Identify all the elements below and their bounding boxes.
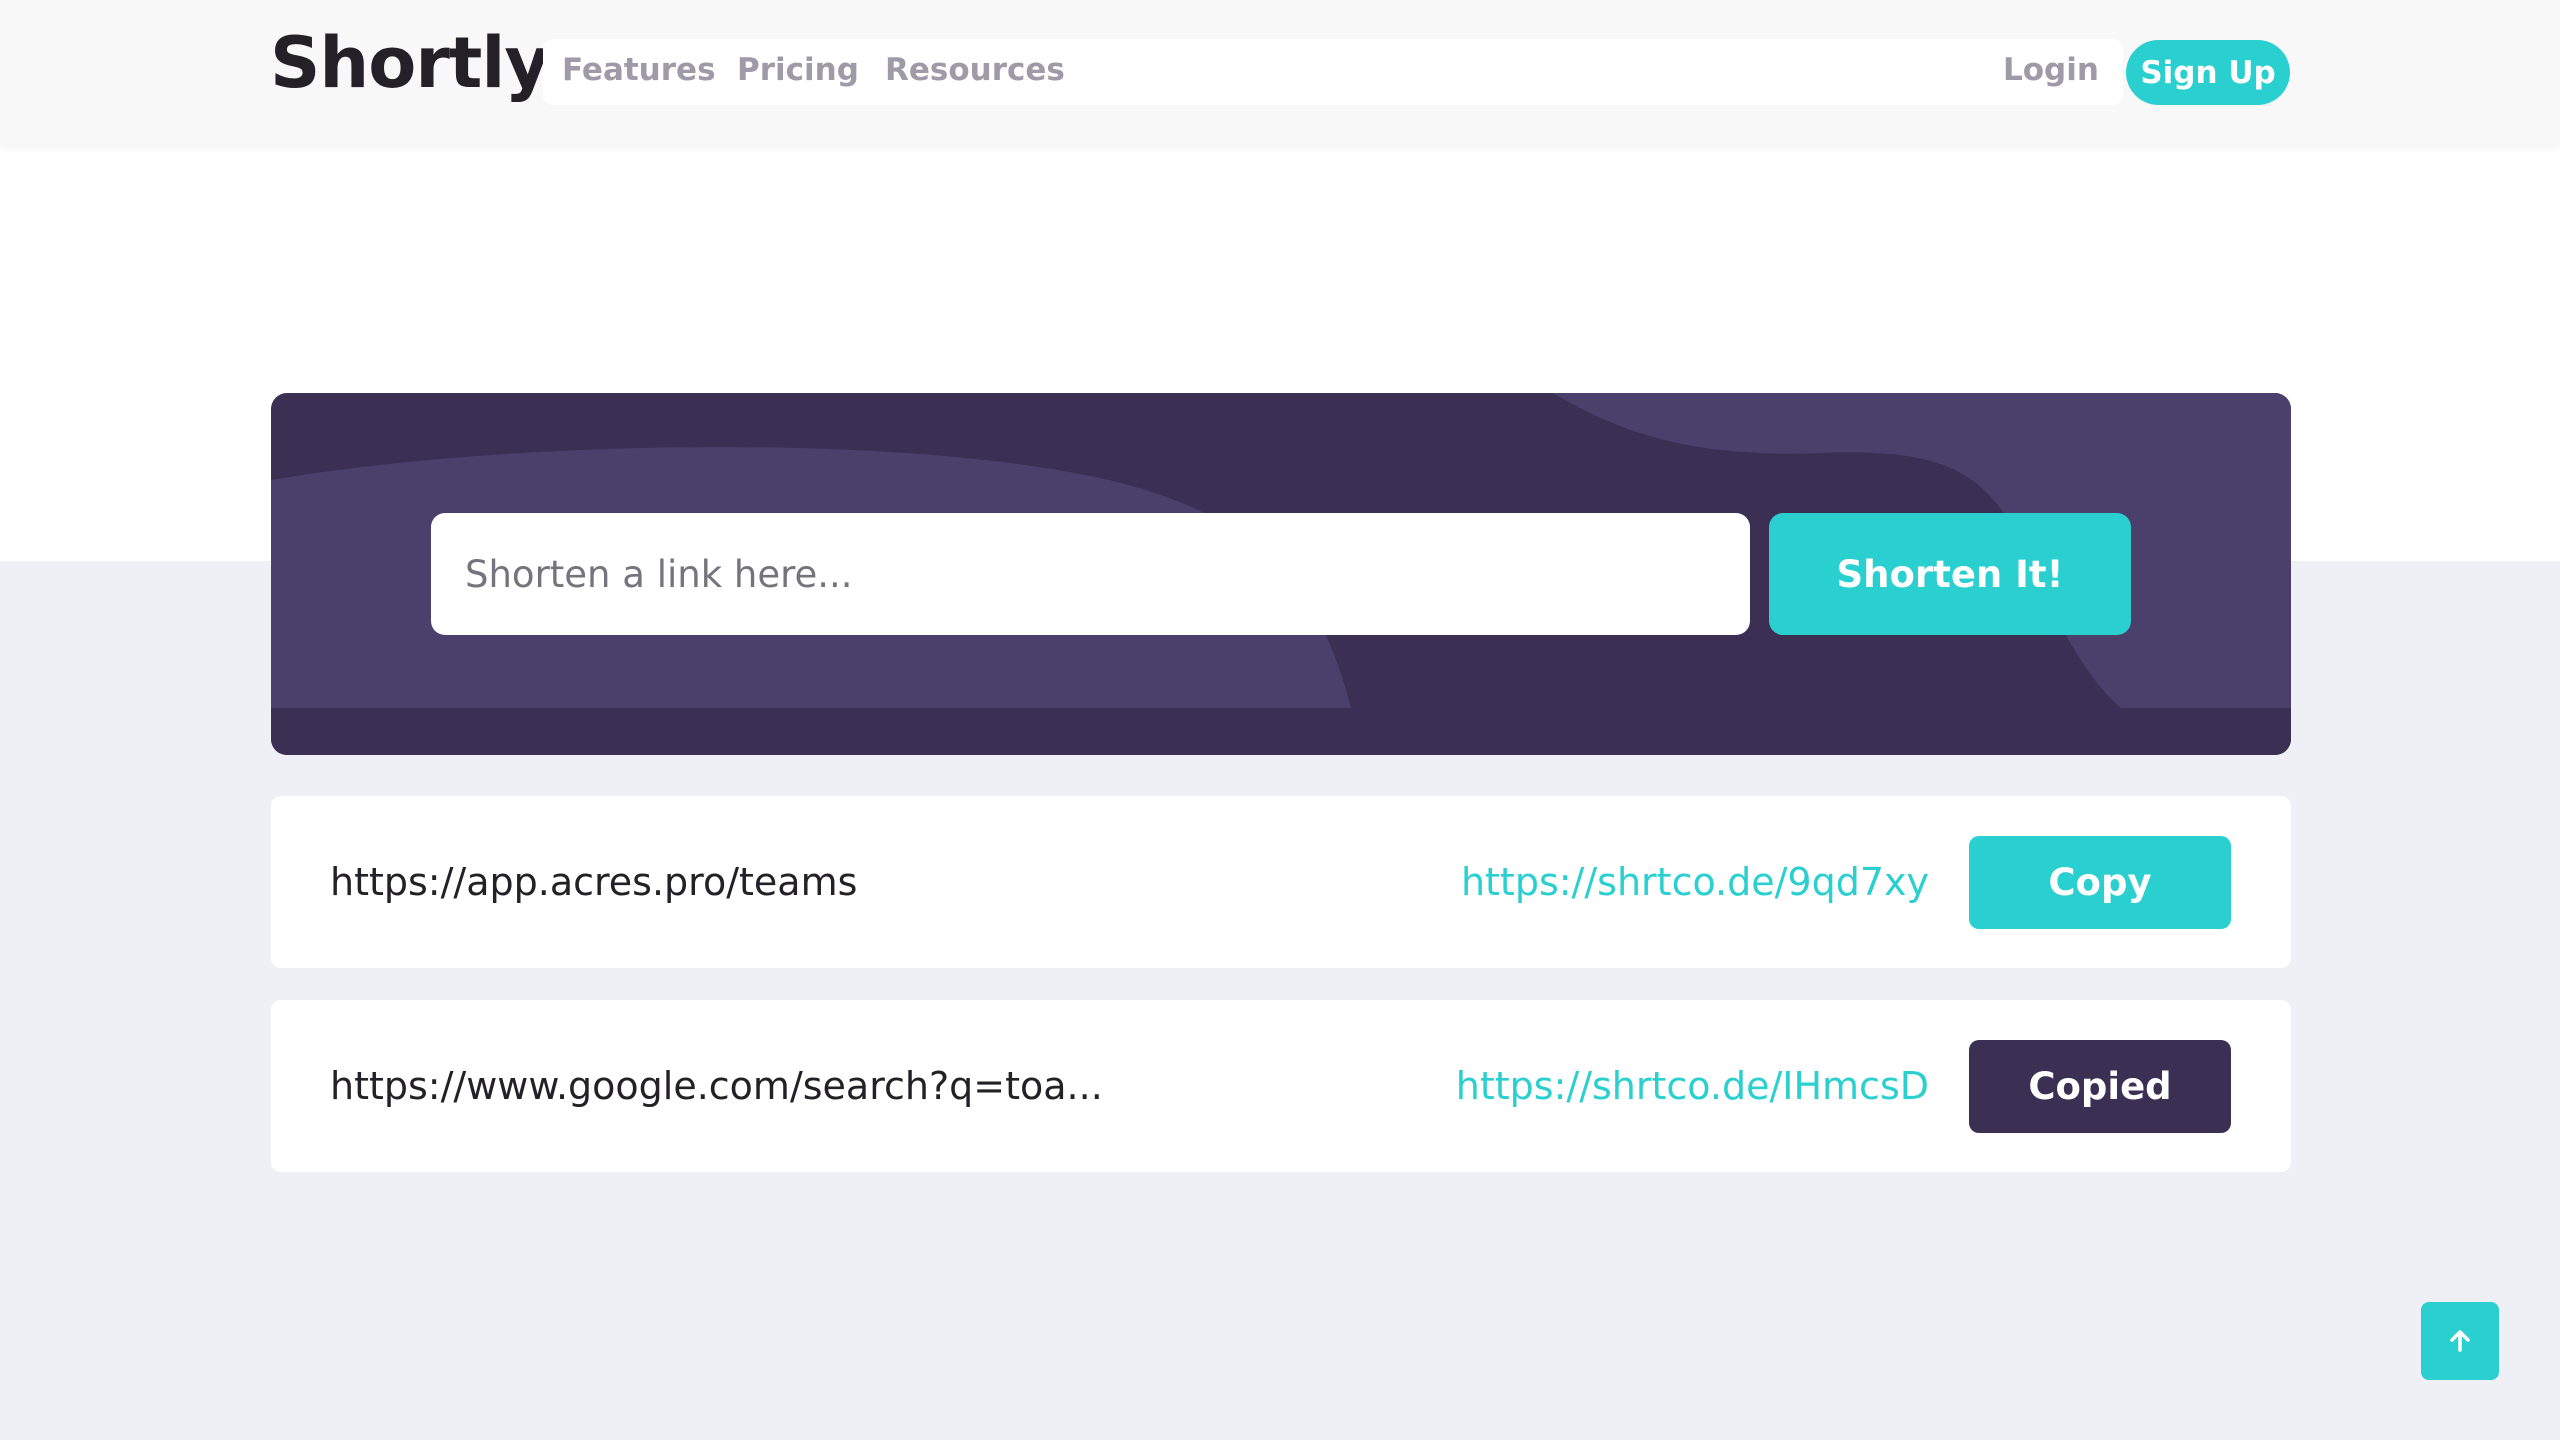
short-url-link[interactable]: https://shrtco.de/IHmcsD [1456,1000,1929,1172]
nav-features-link[interactable]: Features [562,52,716,88]
copied-button[interactable]: Copied [1969,1040,2231,1133]
result-row: https://app.acres.pro/teams https://shrt… [271,796,2291,968]
original-url: https://www.google.com/search?q=toa... [330,1064,1103,1108]
nav-resources-link[interactable]: Resources [885,52,1065,88]
original-url: https://app.acres.pro/teams [330,860,858,904]
shorten-button[interactable]: Shorten It! [1769,513,2131,635]
scroll-to-top-button[interactable] [2421,1302,2499,1380]
copy-button[interactable]: Copy [1969,836,2231,929]
url-input[interactable] [431,513,1750,635]
site-header: Shortly Features Pricing Resources Login… [0,0,2560,147]
arrow-up-icon [2450,1330,2470,1352]
result-row: https://www.google.com/search?q=toa... h… [271,1000,2291,1172]
shorten-panel: Shorten It! [271,393,2291,755]
login-link[interactable]: Login [2003,52,2099,88]
nav-pricing-link[interactable]: Pricing [737,52,859,88]
short-url-link[interactable]: https://shrtco.de/9qd7xy [1461,796,1929,968]
signup-button[interactable]: Sign Up [2126,40,2290,105]
logo[interactable]: Shortly [270,22,550,104]
